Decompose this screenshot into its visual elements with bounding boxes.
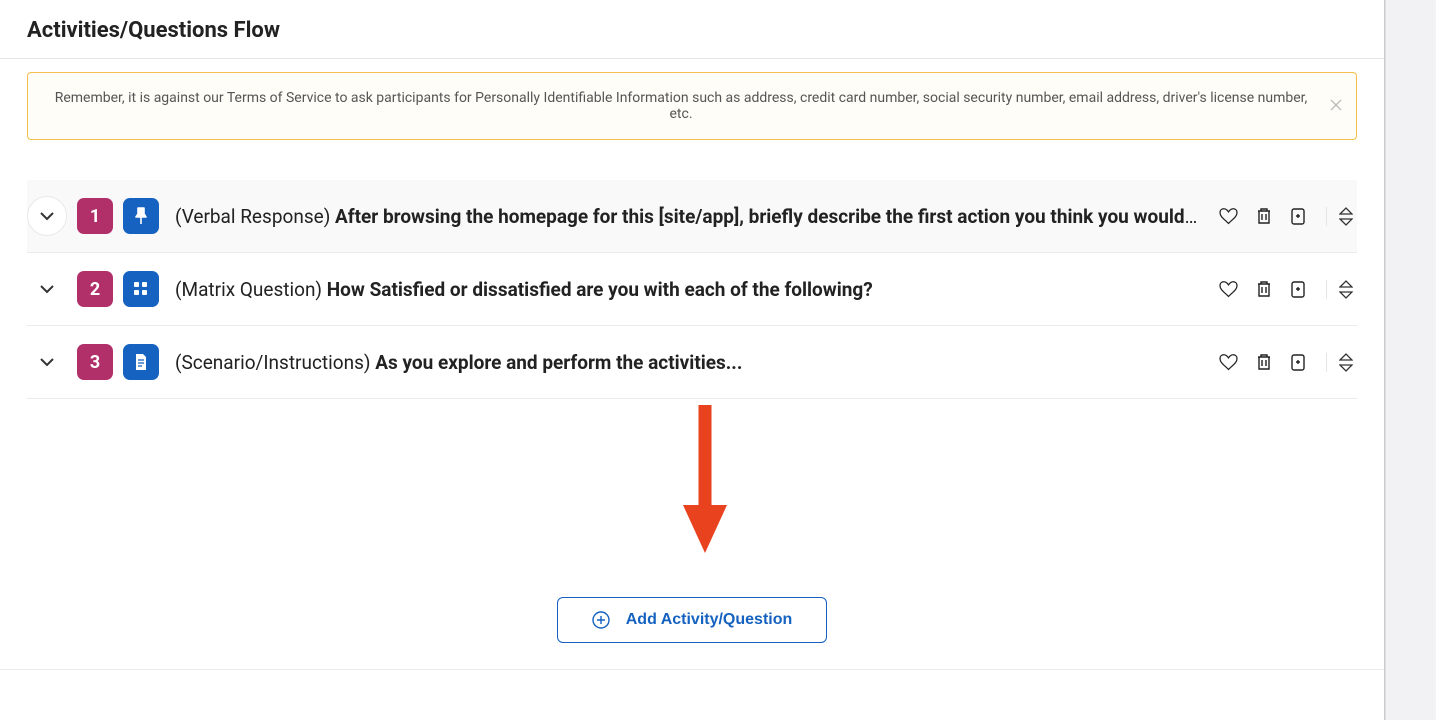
sort-controls [1326,207,1353,226]
document-icon [123,344,159,380]
questions-list: 1 (Verbal Response) After browsing the h… [0,180,1384,399]
add-button-label: Add Activity/Question [626,611,793,629]
page-wrapper: Activities/Questions Flow Remember, it i… [0,0,1385,720]
row-actions [1209,353,1357,372]
content-wrapper: Activities/Questions Flow Remember, it i… [0,0,1384,720]
trash-icon[interactable] [1256,353,1272,371]
heart-icon[interactable] [1219,281,1238,298]
question-row[interactable]: 2 (Matrix Question) How Satisfied or dis… [27,253,1357,326]
move-down-icon[interactable] [1339,290,1353,299]
question-title: As you explore and perform the activitie… [375,351,742,374]
matrix-icon [123,271,159,307]
row-actions [1209,207,1357,226]
copy-icon[interactable] [1290,280,1306,298]
question-type-label: (Scenario/Instructions) [175,351,371,374]
chevron-down-icon[interactable] [27,342,67,382]
alert-box: Remember, it is against our Terms of Ser… [27,72,1357,140]
header: Activities/Questions Flow [0,0,1384,59]
copy-icon[interactable] [1290,353,1306,371]
question-title: How Satisfied or dissatisfied are you wi… [327,278,873,301]
heart-icon[interactable] [1219,208,1238,225]
close-icon[interactable] [1330,98,1342,114]
question-text: (Verbal Response) After browsing the hom… [169,205,1199,228]
move-up-icon[interactable] [1339,280,1353,289]
question-row[interactable]: 3 (Scenario/Instructions) As you explore… [27,326,1357,399]
question-row[interactable]: 1 (Verbal Response) After browsing the h… [27,180,1357,253]
question-text: (Scenario/Instructions) As you explore a… [169,351,1199,374]
question-title: After browsing the homepage for this [si… [335,205,1199,228]
question-number-badge: 3 [77,344,113,380]
sort-controls [1326,353,1353,372]
move-down-icon[interactable] [1339,363,1353,372]
sort-controls [1326,280,1353,299]
move-down-icon[interactable] [1339,217,1353,226]
page-title: Activities/Questions Flow [27,18,1357,43]
right-gutter [1385,0,1435,720]
chevron-down-icon[interactable] [27,196,67,236]
trash-icon[interactable] [1256,280,1272,298]
alert-text: Remember, it is against our Terms of Ser… [46,90,1316,122]
question-type-label: (Matrix Question) [175,278,322,301]
add-activity-button[interactable]: Add Activity/Question [557,597,828,643]
question-number-badge: 2 [77,271,113,307]
add-section: Add Activity/Question [0,399,1384,670]
question-type-label: (Verbal Response) [175,205,330,228]
trash-icon[interactable] [1256,207,1272,225]
pin-icon [123,198,159,234]
heart-icon[interactable] [1219,354,1238,371]
question-text: (Matrix Question) How Satisfied or dissa… [169,278,1199,301]
question-number-badge: 1 [77,198,113,234]
row-actions [1209,280,1357,299]
copy-icon[interactable] [1290,207,1306,225]
move-up-icon[interactable] [1339,207,1353,216]
chevron-down-icon[interactable] [27,269,67,309]
move-up-icon[interactable] [1339,353,1353,362]
plus-circle-icon [592,611,610,629]
